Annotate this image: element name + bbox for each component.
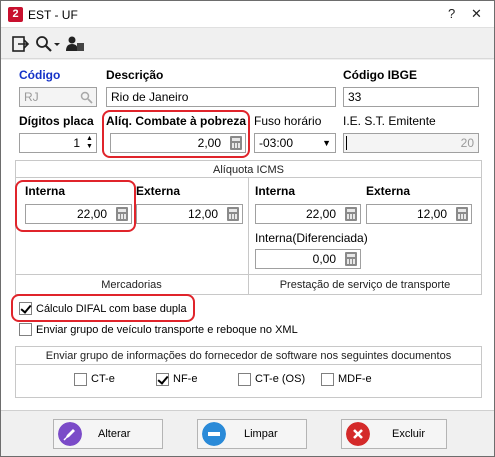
fornecedor-title: Enviar grupo de informações do fornecedo… [45,350,452,362]
descricao-label: Descrição [106,68,164,82]
transporte-interna-value: 22,00 [305,207,336,221]
doc-mdfe-label: MDF-e [338,373,372,385]
excluir-label: Excluir [392,428,426,440]
doc-mdfe-checkbox[interactable] [321,373,334,386]
user-icon[interactable] [65,34,85,54]
doc-cte-label: CT-e [91,373,115,385]
mercadorias-interna-input[interactable]: 22,00 [25,204,132,224]
grupo-veiculo-label: Enviar grupo de veículo transporte e reb… [36,324,298,336]
exit-icon[interactable] [10,34,30,54]
codigo-input[interactable]: RJ [19,87,97,107]
divider [248,177,249,295]
aliq-combate-input[interactable]: 2,00 [110,133,246,153]
chevron-down-icon: ▼ [322,138,331,148]
digitos-placa-input[interactable]: 1 ▲ ▼ [19,133,97,153]
codigo-label: Código [19,68,61,82]
grupo-veiculo-checkbox[interactable] [19,323,32,336]
toolbar [1,29,494,59]
spinner-icon[interactable]: ▲ ▼ [85,135,94,151]
difal-label: Cálculo DIFAL com base dupla [36,303,187,315]
lookup-search-icon[interactable] [80,91,93,104]
transporte-diferenciada-input[interactable]: 0,00 [255,249,361,269]
window: 2 EST - UF ? ✕ Código RJ Descrição Rio d… [0,0,495,457]
transporte-externa-label: Externa [366,184,411,198]
calculator-icon[interactable] [345,207,357,221]
mercadorias-interna-label: Interna [25,184,66,198]
help-icon[interactable]: ? [448,6,455,21]
transporte-externa-input[interactable]: 12,00 [366,204,472,224]
doc-cte-os-checkbox[interactable] [238,373,251,386]
calculator-icon[interactable] [345,252,357,266]
doc-cte-os-label: CT-e (OS) [255,373,306,385]
mercadorias-externa-input[interactable]: 12,00 [136,204,243,224]
alterar-button[interactable]: Alterar [53,419,163,449]
digitos-placa-label: Dígitos placa [19,114,94,128]
calculator-icon[interactable] [116,207,128,221]
transporte-interna-input[interactable]: 22,00 [255,204,361,224]
calculator-icon[interactable] [456,207,468,221]
close-circle-icon [346,422,370,446]
doc-nfe-label: NF-e [173,373,198,385]
minus-icon [202,422,226,446]
close-icon[interactable]: ✕ [471,6,482,22]
aliq-combate-label: Alíq. Combate à pobreza [106,114,247,128]
limpar-label: Limpar [244,428,278,440]
transporte-diferenciada-value: 0,00 [312,252,336,266]
divider [15,274,482,275]
content: Código RJ Descrição Rio de Janeiro Códig… [1,60,494,410]
fuso-horario-label: Fuso horário [254,114,322,128]
excluir-button[interactable]: Excluir [341,419,447,449]
iest-value: 20 [460,136,474,150]
transporte-caption: Prestação de serviço de transporte [279,279,451,291]
descricao-input[interactable]: Rio de Janeiro [106,87,336,107]
title-bar: 2 EST - UF ? ✕ [1,1,494,28]
app-icon: 2 [8,7,23,22]
chevron-down-icon[interactable] [52,34,62,54]
mercadorias-interna-value: 22,00 [76,207,107,221]
transporte-externa-value: 12,00 [416,207,447,221]
window-title: EST - UF [28,8,78,22]
codigo-ibge-input[interactable]: 33 [343,87,479,107]
fuso-horario-value: -03:00 [259,136,294,150]
aliq-combate-value: 2,00 [197,136,221,150]
edit-icon [58,422,82,446]
doc-nfe-checkbox[interactable] [156,373,169,386]
calculator-icon[interactable] [230,136,242,150]
digitos-placa-value: 1 [73,136,80,150]
codigo-ibge-label: Código IBGE [343,68,417,82]
calculator-icon[interactable] [227,207,239,221]
footer: Alterar Limpar Excluir [1,410,494,456]
transporte-diferenciada-label: Interna(Diferenciada) [255,231,368,245]
aliquota-icms-title: Alíquota ICMS [213,164,284,176]
mercadorias-externa-value: 12,00 [187,207,218,221]
difal-checkbox[interactable] [19,302,32,315]
search-icon[interactable] [34,34,54,54]
transporte-interna-label: Interna [255,184,296,198]
text-cursor [346,136,347,150]
mercadorias-externa-label: Externa [136,184,181,198]
limpar-button[interactable]: Limpar [197,419,307,449]
iest-input[interactable]: 20 [343,133,479,153]
alterar-label: Alterar [98,428,131,440]
mercadorias-caption: Mercadorias [101,279,162,291]
codigo-value: RJ [24,90,39,104]
iest-label: I.E. S.T. Emitente [343,114,436,128]
doc-cte-checkbox[interactable] [74,373,87,386]
divider [15,364,482,365]
fuso-horario-select[interactable]: -03:00 ▼ [254,133,336,153]
